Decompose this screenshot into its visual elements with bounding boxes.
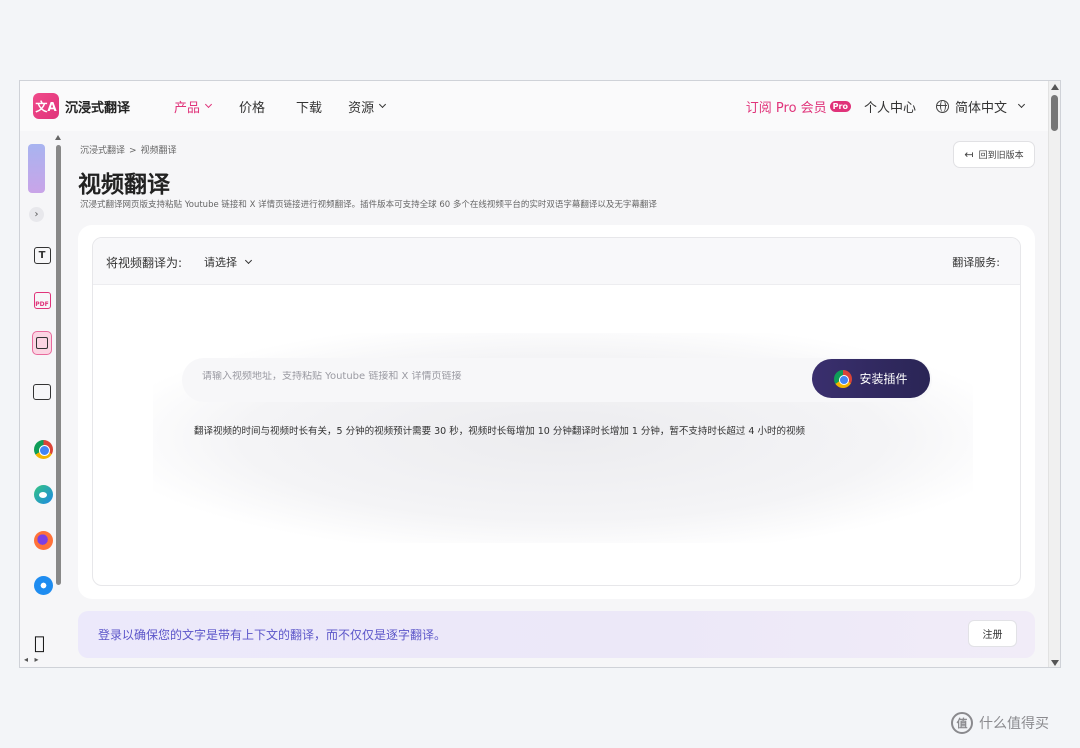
- watermark: 值 什么值得买: [951, 712, 1049, 734]
- logo-text: 沉浸式翻译: [65, 100, 131, 116]
- page-title: 视频翻译: [78, 172, 170, 198]
- target-language-select[interactable]: 请选择: [204, 254, 253, 270]
- user-center-label: 个人中心: [863, 100, 916, 116]
- back-to-old-version-button[interactable]: ↤ 回到旧版本: [953, 141, 1035, 168]
- side-dock: › T PDF  ◂ ▸: [20, 131, 66, 667]
- globe-icon: [935, 99, 949, 113]
- dock-promo-thumbnail[interactable]: [28, 144, 45, 193]
- dock-tool-image[interactable]: [31, 381, 53, 403]
- scroll-up-arrow-icon[interactable]: [1051, 84, 1059, 90]
- safari-icon[interactable]: [34, 576, 53, 595]
- nav-item-label: 价格: [239, 100, 266, 116]
- firefox-icon[interactable]: [34, 531, 53, 550]
- breadcrumb-separator: >: [129, 146, 137, 156]
- target-language-label: 将视频翻译为:: [106, 256, 183, 270]
- logo[interactable]: 文A 沉浸式翻译: [33, 93, 130, 119]
- pro-badge: Pro: [829, 100, 851, 112]
- apple-icon[interactable]: : [34, 633, 45, 654]
- dock-scroll-up-icon[interactable]: [55, 135, 61, 140]
- dock-scrollbar[interactable]: [56, 145, 61, 585]
- back-arrow-icon: ↤: [964, 148, 974, 161]
- chevron-down-icon: [244, 256, 253, 265]
- breadcrumb-home[interactable]: 沉浸式翻译: [80, 146, 125, 156]
- panel-header: 将视频翻译为: 请选择 翻译服务:: [93, 238, 1020, 285]
- chrome-icon[interactable]: [34, 440, 53, 459]
- video-url-input[interactable]: [202, 371, 802, 382]
- language-label: 简体中文: [954, 100, 1007, 116]
- scroll-down-arrow-icon[interactable]: [1051, 660, 1059, 666]
- signup-button[interactable]: 注册: [968, 620, 1017, 647]
- text-translate-icon: T: [33, 246, 51, 264]
- expand-chevron-icon[interactable]: ›: [29, 207, 44, 222]
- edge-icon[interactable]: [34, 485, 53, 504]
- dock-nav-arrows-icon[interactable]: ◂ ▸: [24, 655, 41, 664]
- translation-service-label: 翻译服务:: [952, 256, 1000, 269]
- dock-tool-pdf[interactable]: PDF: [31, 289, 53, 311]
- subscribe-pro-link[interactable]: 订阅 Pro 会员 Pro: [746, 97, 851, 116]
- nav-item-resources[interactable]: 资源: [348, 97, 387, 116]
- breadcrumb: 沉浸式翻译 > 视频翻译: [80, 143, 177, 156]
- breadcrumb-current: 视频翻译: [140, 146, 177, 156]
- nav-item-product[interactable]: 产品: [174, 97, 213, 116]
- scrollbar-thumb[interactable]: [1051, 95, 1058, 131]
- browser-window: 文A 沉浸式翻译 产品 价格 下载 资源 订阅 Pro 会员 Pro 个人中心 …: [19, 80, 1061, 668]
- logo-icon: 文A: [33, 93, 59, 119]
- video-translate-card: 将视频翻译为: 请选择 翻译服务: 安装插件 翻译视频的时间与视频时长有关，5 …: [78, 225, 1035, 599]
- page-description: 沉浸式翻译网页版支持粘贴 Youtube 链接和 X 详情页链接进行视频翻译。插…: [80, 200, 657, 210]
- pdf-translate-icon: PDF: [33, 291, 51, 309]
- login-banner: 登录以确保您的文字是带有上下文的翻译，而不仅仅是逐字翻译。 注册: [78, 611, 1035, 658]
- top-nav: 文A 沉浸式翻译 产品 价格 下载 资源 订阅 Pro 会员 Pro 个人中心 …: [20, 81, 1048, 131]
- chevron-down-icon: [204, 100, 213, 109]
- back-button-label: 回到旧版本: [978, 151, 1024, 161]
- nav-item-label: 下载: [296, 100, 323, 116]
- dock-tool-video[interactable]: [31, 331, 53, 355]
- install-button-label: 安装插件: [859, 372, 908, 386]
- subscribe-label: 订阅 Pro 会员: [745, 100, 827, 116]
- translate-panel: 将视频翻译为: 请选择 翻译服务: 安装插件 翻译视频的时间与视频时长有关，5 …: [92, 237, 1021, 586]
- dock-tool-text[interactable]: T: [31, 244, 53, 266]
- watermark-text: 什么值得买: [979, 716, 1049, 732]
- install-extension-button[interactable]: 安装插件: [812, 359, 930, 398]
- duration-hint: 翻译视频的时间与视频时长有关，5 分钟的视频预计需要 30 秒，视频时长每增加 …: [194, 426, 805, 437]
- login-banner-text: 登录以确保您的文字是带有上下文的翻译，而不仅仅是逐字翻译。: [98, 628, 447, 642]
- image-translate-icon: [33, 384, 51, 400]
- target-language-value: 请选择: [204, 256, 237, 269]
- nav-right: 订阅 Pro 会员 Pro 个人中心 简体中文: [746, 81, 1048, 131]
- nav-item-pricing[interactable]: 价格: [239, 97, 265, 116]
- nav-item-label: 产品: [174, 100, 201, 116]
- nav-item-label: 资源: [348, 100, 375, 116]
- language-selector[interactable]: 简体中文: [935, 97, 1026, 116]
- video-translate-icon: [32, 331, 52, 355]
- chevron-down-icon: [1017, 100, 1026, 109]
- page-scrollbar[interactable]: [1048, 81, 1060, 667]
- user-center-link[interactable]: 个人中心: [864, 97, 916, 116]
- nav-item-download[interactable]: 下载: [296, 97, 322, 116]
- chevron-down-icon: [379, 100, 387, 109]
- chrome-icon: [834, 369, 853, 388]
- watermark-logo-icon: 值: [951, 712, 973, 734]
